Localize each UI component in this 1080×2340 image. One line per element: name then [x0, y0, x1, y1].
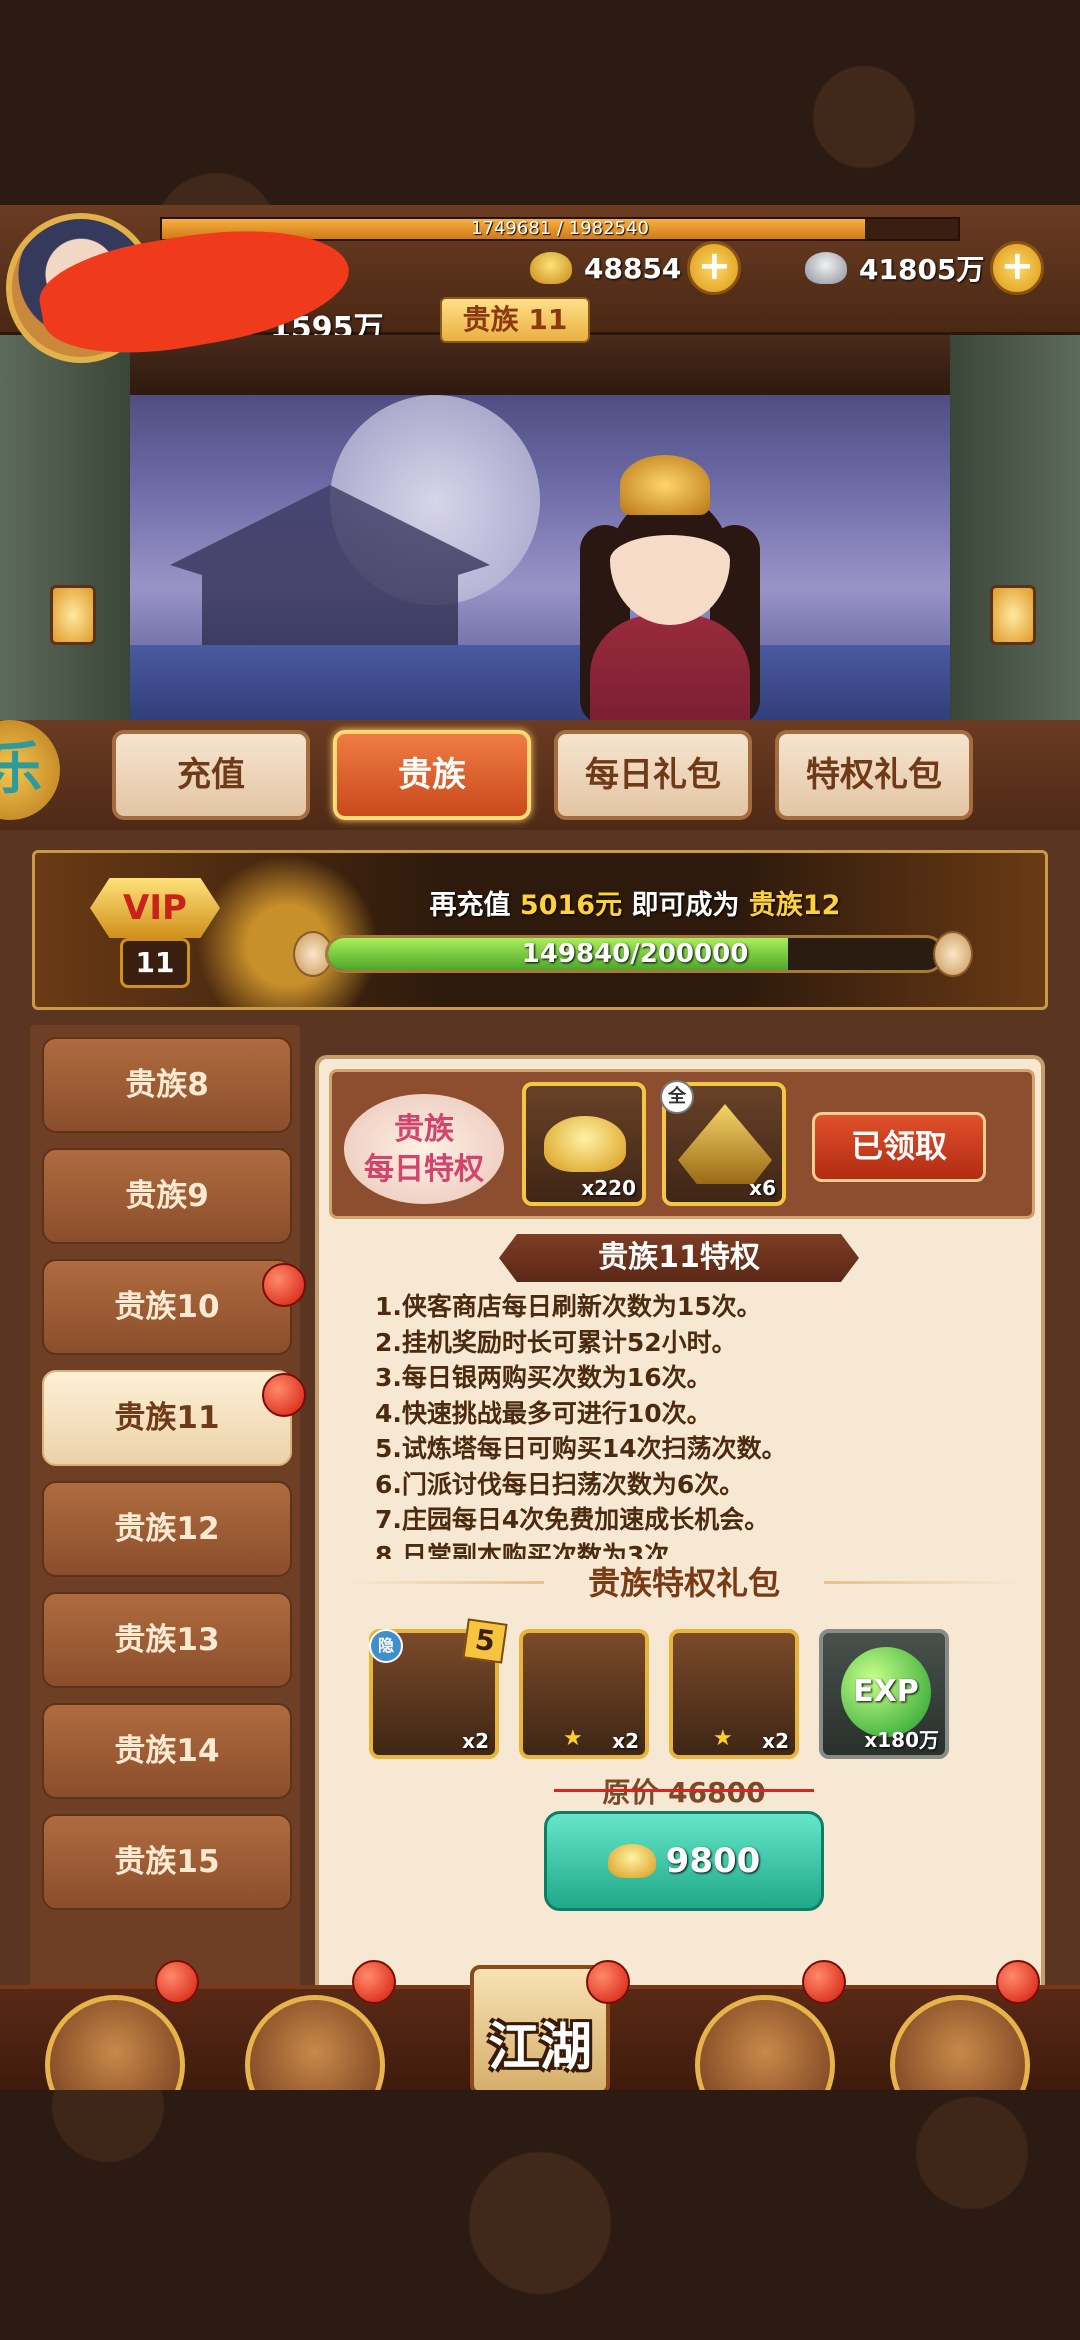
noble-detail-panel: 贵族 每日特权 x220 全 x6 已领取 贵族11特权 1.侠客商店每日刷新次…	[315, 1055, 1045, 2045]
progress-cap-right	[933, 931, 973, 977]
tab-recharge[interactable]: 充值	[112, 730, 310, 820]
gold-currency: 48854 +	[530, 241, 742, 295]
noble-level-badge: 贵族 11	[440, 297, 590, 343]
daily-privilege-label: 贵族 每日特权	[344, 1094, 504, 1204]
gift-amulet-item[interactable]: ★ x2	[669, 1629, 799, 1759]
level-10-red-dot	[262, 1263, 306, 1307]
vip-progress-text: 149840/200000	[521, 939, 749, 969]
level-item-12[interactable]: 贵族12	[42, 1481, 292, 1577]
nav-trial[interactable]: 历练	[890, 1995, 1030, 2090]
nav-town[interactable]: 城镇	[45, 1995, 185, 2090]
vip-progress-bar: 149840/200000	[325, 935, 945, 973]
level-item-8[interactable]: 贵族8	[42, 1037, 292, 1133]
town-icon	[45, 1995, 185, 2090]
gold-ingot-icon	[607, 1844, 656, 1878]
nav-lineup[interactable]: 阵容	[245, 1995, 385, 2090]
straw-hat-icon	[678, 1104, 772, 1184]
vip-emblem: VIP 11	[90, 878, 220, 993]
tier-badge: 5	[462, 1618, 508, 1664]
noble-level-list: 贵族8 贵族9 贵族10 贵族11 贵族12 贵族13 贵族14 贵族15	[30, 1025, 300, 2045]
noble-lady-character	[560, 435, 780, 755]
nav-lineup-red-dot	[352, 1960, 396, 2004]
add-gold-button[interactable]: +	[687, 241, 742, 295]
gift-pack-title: 贵族特权礼包	[544, 1561, 824, 1605]
gold-ingot-icon	[544, 1116, 626, 1172]
vip-progress-banner: VIP 11 再充值 5016元 即可成为 贵族12 149840/200000	[32, 850, 1048, 1010]
right-pillar	[950, 335, 1080, 755]
privilege-title: 贵族11特权	[499, 1234, 859, 1282]
price-strikethrough	[554, 1789, 814, 1792]
claimed-button[interactable]: 已领取	[812, 1112, 986, 1182]
silver-currency: 41805万 +	[805, 241, 1045, 295]
star-icon: ★	[713, 1726, 733, 1751]
game-screen: 1749681 / 1982540 48854 + 41805万 + 1595万…	[0, 205, 1080, 2090]
tab-daily-gift[interactable]: 每日礼包	[554, 730, 752, 820]
privilege-item: 1.侠客商店每日刷新次数为15次。	[375, 1292, 762, 1321]
gift-ring-item[interactable]: ★ x2	[519, 1629, 649, 1759]
left-pillar	[0, 335, 130, 755]
hidden-badge: 隐	[369, 1629, 403, 1663]
buy-gift-button[interactable]: 9800	[544, 1811, 824, 1911]
daily-gold-item[interactable]: x220	[522, 1082, 646, 1206]
privilege-item: 6.门派讨伐每日扫荡次数为6次。	[375, 1469, 745, 1499]
privilege-item: 8.日常副本购买次数为3次	[375, 1540, 670, 1560]
price-label: 9800	[665, 1841, 761, 1881]
trial-icon	[890, 1995, 1030, 2090]
gold-value: 48854	[584, 251, 682, 285]
training-icon	[695, 1995, 835, 2090]
privilege-item: 4.快速挑战最多可进行10次。	[375, 1398, 712, 1428]
daily-hat-item[interactable]: 全 x6	[660, 1080, 786, 1206]
lineup-icon	[245, 1995, 385, 2090]
nav-town-red-dot	[155, 1960, 199, 2004]
level-item-14[interactable]: 贵族14	[42, 1703, 292, 1799]
side-event-icon[interactable]: 乐	[0, 720, 60, 820]
level-item-9[interactable]: 贵族9	[42, 1148, 292, 1244]
star-icon: ★	[563, 1726, 583, 1751]
scene-illustration	[0, 335, 1080, 755]
recharge-amount: 5016元	[519, 890, 623, 921]
tab-privilege-gift[interactable]: 特权礼包	[775, 730, 973, 820]
all-badge: 全	[660, 1080, 694, 1114]
vip-level: 11	[120, 938, 190, 988]
shop-tabs: 乐 充值 贵族 每日礼包 特权礼包	[0, 720, 1080, 830]
privilege-item: 7.庄园每日4次免费加速成长机会。	[375, 1505, 770, 1534]
level-item-11[interactable]: 贵族11	[42, 1370, 292, 1466]
level-item-13[interactable]: 贵族13	[42, 1592, 292, 1688]
tab-noble[interactable]: 贵族	[333, 730, 531, 820]
vip-badge: VIP	[90, 878, 220, 938]
gold-ingot-icon	[530, 252, 572, 284]
privilege-list[interactable]: 1.侠客商店每日刷新次数为15次。 2.挂机奖励时长可累计52小时。 3.每日银…	[375, 1289, 995, 1559]
level-item-10[interactable]: 贵族10	[42, 1259, 292, 1355]
privilege-item: 2.挂机奖励时长可累计52小时。	[375, 1327, 737, 1357]
nav-training-red-dot	[802, 1960, 846, 2004]
nav-jianghu-red-dot	[586, 1960, 630, 2004]
silver-value: 41805万	[859, 253, 985, 286]
lantern-left	[50, 585, 96, 645]
nav-trial-red-dot	[996, 1960, 1040, 2004]
lantern-right	[990, 585, 1036, 645]
next-noble-level: 贵族12	[748, 890, 841, 921]
vip-recharge-hint: 再充值 5016元 即可成为 贵族12	[429, 890, 841, 921]
level-item-15[interactable]: 贵族15	[42, 1814, 292, 1910]
nav-training[interactable]: 修行	[695, 1995, 835, 2090]
daily-privilege-row: 贵族 每日特权 x220 全 x6 已领取	[329, 1069, 1035, 1219]
level-11-red-dot	[262, 1373, 306, 1417]
gift-hero-item[interactable]: 隐 5 x2	[369, 1618, 508, 1759]
add-silver-button[interactable]: +	[990, 241, 1045, 295]
silver-ingot-icon	[805, 252, 847, 284]
privilege-item: 3.每日银两购买次数为16次。	[375, 1363, 712, 1392]
gift-exp-item[interactable]: EXP x180万	[819, 1629, 949, 1759]
privilege-item: 5.试炼塔每日可购买14次扫荡次数。	[375, 1434, 787, 1463]
